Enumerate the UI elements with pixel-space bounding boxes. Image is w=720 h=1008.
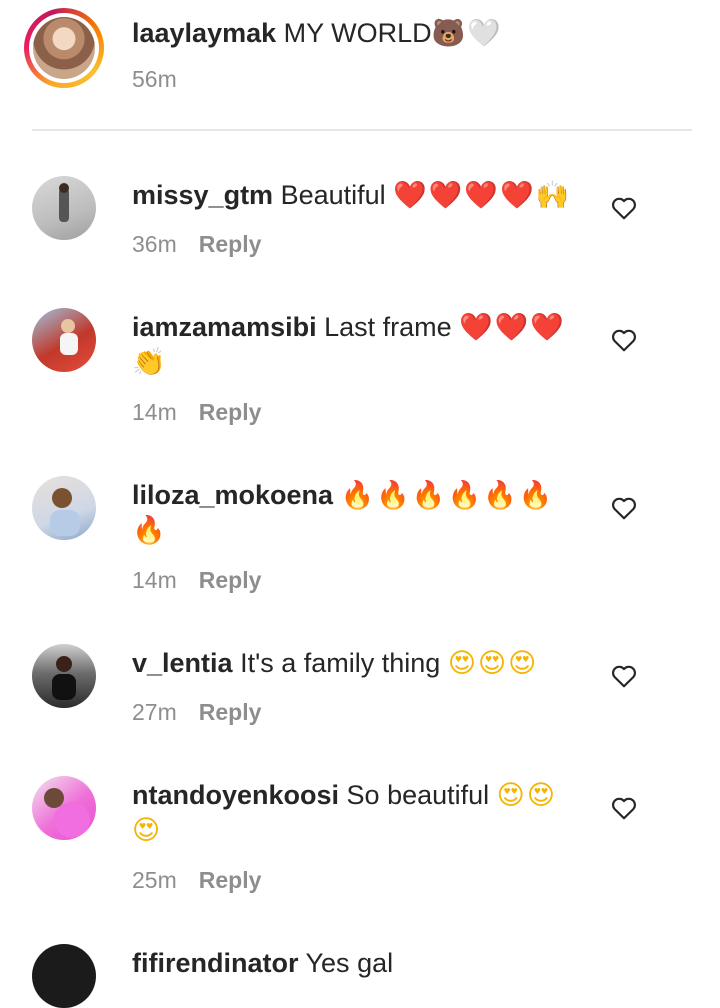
reply-button[interactable]: Reply [199,867,262,893]
comment-body: So beautiful [346,780,490,810]
comment-body: Yes gal [305,948,394,978]
comment-meta: 25m Reply [132,867,261,894]
reply-button[interactable]: Reply [199,231,262,257]
comment-body: Beautiful [280,180,386,210]
comment-body: It's a family thing [240,648,441,678]
avatar[interactable] [32,644,96,708]
comment-username[interactable]: missy_gtm [132,180,273,210]
reply-button[interactable]: Reply [199,699,262,725]
comment-text: ntandoyenkoosi So beautiful 😍😍 😍 [132,778,592,848]
comment-username[interactable]: liloza_mokoena [132,480,333,510]
avatar[interactable] [32,776,96,840]
comment-meta: 36m Reply [132,231,261,258]
comment-timestamp: 14m [132,567,177,593]
comment-emoji: 🔥🔥🔥🔥🔥🔥 [340,480,555,511]
comment-emoji: 😍😍😍 [447,648,539,679]
avatar[interactable] [32,176,96,240]
story-ring[interactable] [24,8,104,88]
heart-outline-icon[interactable] [611,496,637,520]
heart-outline-icon[interactable] [611,664,637,688]
avatar-photo [44,788,90,838]
comment-emoji: 😍😍 [496,780,557,811]
avatar[interactable] [29,13,99,83]
comment-meta: 14m Reply [132,399,261,426]
caption-text: laaylaymak MY WORLD🐻🤍 [132,17,503,49]
reply-button[interactable]: Reply [199,399,262,425]
comment-timestamp: 27m [132,699,177,725]
avatar-photo [33,17,95,79]
comment-emoji-line2: 🔥 [132,515,168,546]
comment-username[interactable]: iamzamamsibi [132,312,317,342]
comment-timestamp: 36m [132,231,177,257]
reply-button[interactable]: Reply [199,567,262,593]
avatar-photo [59,183,69,222]
avatar[interactable] [32,308,96,372]
post-username[interactable]: laaylaymak [132,18,276,48]
comment-meta: 27m Reply [132,699,261,726]
comment-body: Last frame [324,312,452,342]
caption-body: MY WORLD [283,18,432,48]
comment-emoji: ❤️❤️❤️❤️🙌 [393,180,572,211]
avatar-photo [60,319,78,355]
avatar-photo [52,656,76,700]
post-caption: laaylaymak MY WORLD🐻🤍 56m [0,0,720,130]
comment-username[interactable]: v_lentia [132,648,233,678]
comment-meta: 14m Reply [132,567,261,594]
comment-emoji-line2: 👏 [132,347,168,378]
comment-text: v_lentia It's a family thing 😍😍😍 [132,646,592,681]
comment-username[interactable]: fifirendinator [132,948,299,978]
comment-timestamp: 25m [132,867,177,893]
comment-text: fifirendinator Yes gal [132,946,592,980]
comment-emoji-line2: 😍 [132,815,163,846]
heart-outline-icon[interactable] [611,796,637,820]
comment-username[interactable]: ntandoyenkoosi [132,780,339,810]
divider [32,129,692,131]
avatar[interactable] [32,476,96,540]
avatar-photo [50,488,80,536]
caption-emoji: 🐻🤍 [431,18,503,49]
comment-text: missy_gtm Beautiful ❤️❤️❤️❤️🙌 [132,178,592,213]
heart-outline-icon[interactable] [611,328,637,352]
comment-emoji: ❤️❤️❤️ [459,312,567,343]
heart-outline-icon[interactable] [611,196,637,220]
comment-timestamp: 14m [132,399,177,425]
comment-text: liloza_mokoena 🔥🔥🔥🔥🔥🔥 🔥 [132,478,592,548]
post-timestamp: 56m [132,66,177,92]
avatar[interactable] [32,944,96,1008]
comment-text: iamzamamsibi Last frame ❤️❤️❤️ 👏 [132,310,592,380]
